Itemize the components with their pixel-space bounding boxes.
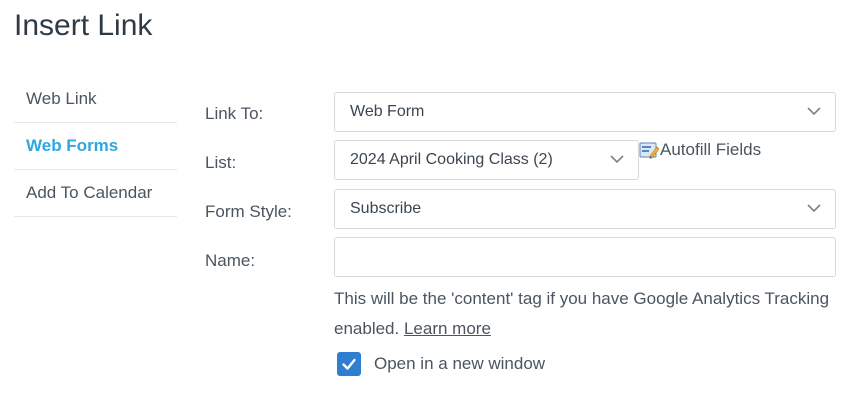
list-label: List: (205, 153, 237, 172)
sidebar-item-web-forms[interactable]: Web Forms (14, 123, 177, 170)
sidebar-item-web-link[interactable]: Web Link (14, 76, 177, 123)
open-new-window-label: Open in a new window (374, 354, 546, 373)
form-style-select[interactable]: Subscribe (334, 189, 836, 229)
learn-more-link[interactable]: Learn more (404, 319, 491, 338)
chevron-down-icon (807, 204, 821, 213)
autofill-icon (639, 142, 659, 159)
autofill-label: Autofill Fields (660, 140, 762, 159)
chevron-down-icon (807, 107, 821, 116)
name-label: Name: (205, 251, 256, 270)
open-new-window-checkbox[interactable] (337, 352, 361, 376)
checkmark-icon (342, 358, 356, 370)
list-value: 2024 April Cooking Class (2) (350, 151, 553, 168)
name-input[interactable] (334, 237, 836, 277)
link-to-value: Web Form (350, 103, 425, 120)
form-style-value: Subscribe (350, 200, 422, 217)
open-new-window-row: Open in a new window (337, 352, 545, 376)
chevron-down-icon (610, 155, 624, 164)
sidebar-item-add-to-calendar[interactable]: Add To Calendar (14, 170, 177, 217)
list-select[interactable]: 2024 April Cooking Class (2) (334, 140, 639, 180)
link-to-select[interactable]: Web Form (334, 92, 836, 132)
form-style-label: Form Style: (205, 202, 292, 221)
help-text: This will be the 'content' tag if you ha… (334, 284, 834, 344)
autofill-fields-link[interactable]: Autofill Fields (639, 140, 761, 160)
page-title: Insert Link (14, 9, 153, 42)
link-to-label: Link To: (205, 104, 264, 123)
sidebar: Web Link Web Forms Add To Calendar (14, 76, 177, 217)
